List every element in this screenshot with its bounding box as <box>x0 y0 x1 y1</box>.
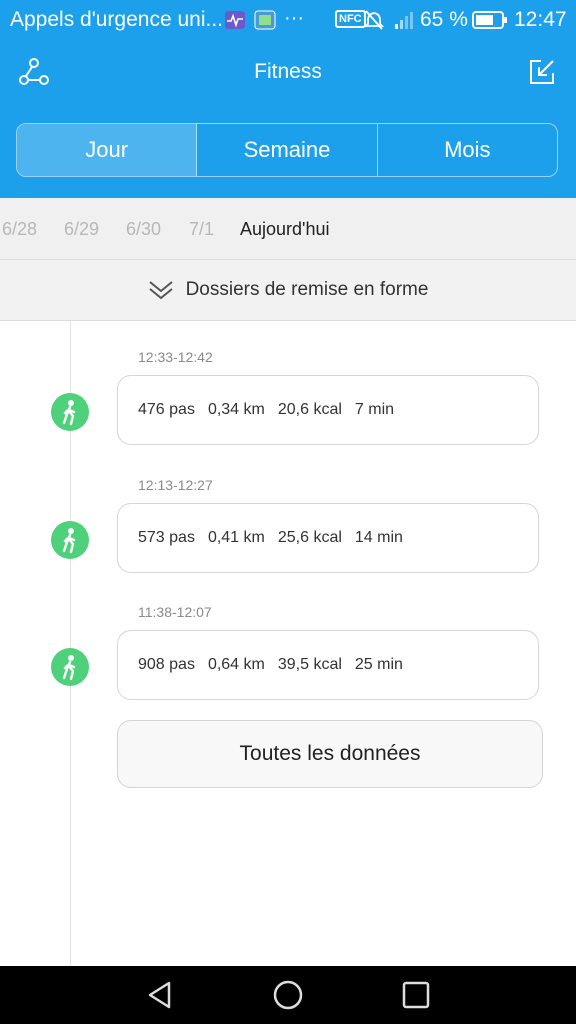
recents-button[interactable] <box>396 975 436 1015</box>
heart-monitor-icon <box>225 11 245 29</box>
export-button[interactable] <box>522 52 562 92</box>
activity-steps: 476 pas <box>138 401 195 418</box>
all-data-button[interactable]: Toutes les données <box>117 720 543 788</box>
date-item[interactable]: 6/30 <box>126 219 161 240</box>
activity-duration: 7 min <box>354 401 395 418</box>
date-item[interactable]: 6/28 <box>2 219 37 240</box>
activity-duration: 25 min <box>354 656 403 673</box>
activity-time: 12:13-12:27 <box>138 477 213 493</box>
activity-calories: 25,6 kcal <box>277 529 342 546</box>
activity-card[interactable]: 908 pas 0,64 km 39,5 kcal 25 min <box>117 630 539 700</box>
export-icon <box>530 60 554 84</box>
back-triangle-icon <box>148 981 171 1009</box>
status-bar: Appels d'urgence uni... ··· NFC 65 % 12:… <box>0 0 576 40</box>
back-button[interactable] <box>140 975 180 1015</box>
double-chevron-down-icon <box>148 281 173 300</box>
activity-distance: 0,41 km <box>207 529 265 546</box>
home-button[interactable] <box>268 975 308 1015</box>
clock: 12:47 <box>514 8 567 31</box>
date-item[interactable]: 6/29 <box>64 219 99 240</box>
app-bar: Fitness <box>0 40 576 104</box>
system-nav-bar <box>0 966 576 1024</box>
activity-card[interactable]: 476 pas 0,34 km 20,6 kcal 7 min <box>117 375 539 445</box>
walking-icon <box>51 521 89 559</box>
date-item-today[interactable]: Aujourd'hui <box>240 219 330 240</box>
activity-steps: 573 pas <box>138 529 195 546</box>
fitness-records-toggle[interactable]: Dossiers de remise en forme <box>0 260 576 321</box>
activity-calories: 20,6 kcal <box>277 401 342 418</box>
image-icon <box>254 10 276 30</box>
activity-duration: 14 min <box>354 529 403 546</box>
battery-percent: 65 % <box>420 8 468 31</box>
recents-square-icon <box>402 981 430 1009</box>
activity-steps: 908 pas <box>138 656 195 673</box>
overflow-dots: ··· <box>284 7 304 29</box>
page-title: Fitness <box>254 60 322 83</box>
tab-jour[interactable]: Jour <box>17 124 198 176</box>
activity-card[interactable]: 573 pas 0,41 km 25,6 kcal 14 min <box>117 503 539 573</box>
nfc-icon: NFC <box>335 10 366 28</box>
walking-icon <box>51 648 89 686</box>
battery-icon <box>472 11 507 29</box>
activity-time: 11:38-12:07 <box>138 604 212 620</box>
notification-title: Appels d'urgence uni... <box>10 8 223 31</box>
records-label: Dossiers de remise en forme <box>185 279 429 300</box>
activity-distance: 0,34 km <box>207 401 265 418</box>
home-circle-icon <box>273 980 303 1010</box>
mute-icon <box>364 10 384 30</box>
activity-distance: 0,64 km <box>207 656 265 673</box>
date-item[interactable]: 7/1 <box>189 219 214 240</box>
signal-icon <box>395 12 413 29</box>
period-tabs: Jour Semaine Mois <box>16 123 558 177</box>
tab-mois[interactable]: Mois <box>378 124 557 176</box>
walking-icon <box>51 393 89 431</box>
date-strip: 6/28 6/29 6/30 7/1 Aujourd'hui <box>0 198 576 260</box>
activity-time: 12:33-12:42 <box>138 349 213 365</box>
activity-calories: 39,5 kcal <box>277 656 342 673</box>
tab-semaine[interactable]: Semaine <box>197 124 378 176</box>
